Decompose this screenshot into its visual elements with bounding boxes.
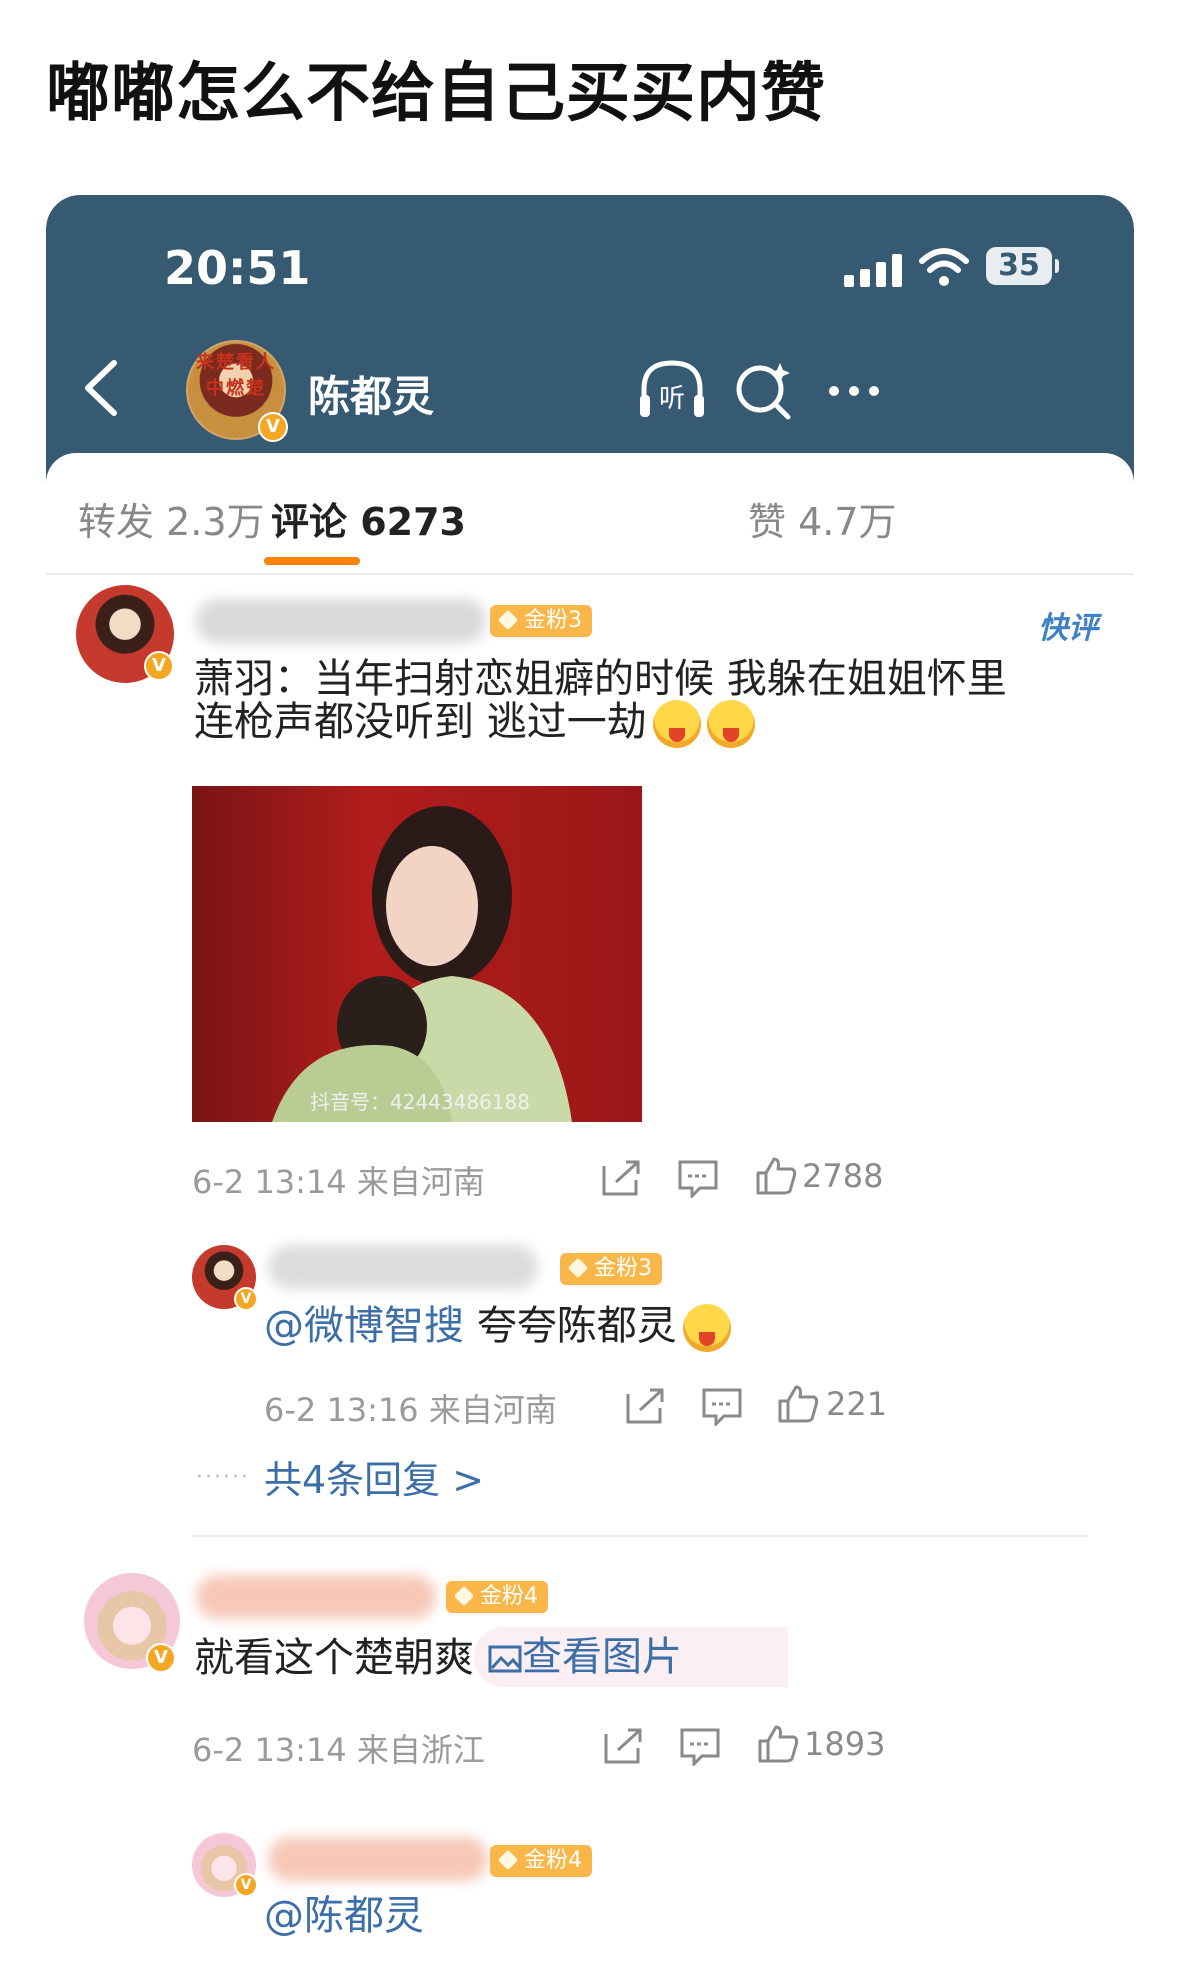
replies-dots: ······ bbox=[196, 1465, 250, 1490]
comment-icon[interactable] bbox=[678, 1726, 722, 1766]
signal-icon bbox=[844, 253, 902, 287]
mention-link[interactable]: @陈都灵 bbox=[264, 1893, 424, 1939]
repost-icon[interactable] bbox=[602, 1726, 646, 1766]
tab-reposts[interactable]: 转发 2.3万 bbox=[78, 491, 265, 546]
comment-text-content: 就看这个楚朝爽 bbox=[194, 1635, 474, 1681]
like-count: 221 bbox=[826, 1385, 888, 1423]
post-title: 嘟嘟怎么不给自己买买内赞 bbox=[46, 57, 826, 131]
comment-meta: 6-2 13:14 来自河南 bbox=[192, 1163, 485, 1201]
reply-text: @陈都灵 bbox=[264, 1889, 424, 1943]
view-image-link[interactable]: 查看图片 bbox=[474, 1627, 788, 1687]
reply-username-blurred[interactable] bbox=[268, 1245, 538, 1289]
more-replies-link[interactable]: 共4条回复 > bbox=[264, 1449, 484, 1504]
like-count: 1893 bbox=[804, 1725, 886, 1763]
wifi-icon bbox=[919, 248, 969, 286]
comment-meta: 6-2 13:14 来自浙江 bbox=[192, 1731, 485, 1769]
like-icon[interactable] bbox=[756, 1723, 800, 1763]
avatar-text: 来楚看人中燃楚 bbox=[196, 352, 276, 399]
comment-icon[interactable] bbox=[676, 1158, 720, 1198]
drool-emoji-icon bbox=[706, 700, 755, 748]
weibo-screenshot: 20:51 35 来楚看人中燃楚 V 陈都灵 听 转发 2.3万 评论 6273… bbox=[46, 195, 1134, 1979]
username-blurred[interactable] bbox=[196, 1575, 436, 1619]
tab-bar: 转发 2.3万 评论 6273 赞 4.7万 bbox=[46, 453, 1134, 573]
back-icon[interactable] bbox=[72, 355, 132, 421]
image-icon bbox=[488, 1645, 522, 1673]
repost-icon[interactable] bbox=[600, 1158, 644, 1198]
like-icon[interactable] bbox=[776, 1383, 820, 1423]
verified-icon: V bbox=[258, 412, 288, 442]
profile-avatar[interactable]: 来楚看人中燃楚 V bbox=[186, 340, 288, 442]
repost-icon[interactable] bbox=[624, 1386, 668, 1426]
listen-icon[interactable]: 听 bbox=[634, 353, 710, 429]
reply-text: @微博智搜 夸夸陈都灵 bbox=[264, 1299, 731, 1353]
reply-meta: 6-2 13:16 来自河南 bbox=[264, 1391, 557, 1429]
fan-badge: 金粉3 bbox=[490, 605, 592, 637]
quick-review-label: 快评 bbox=[1038, 611, 1098, 646]
comment-image[interactable]: 抖音号：42443486188 bbox=[192, 786, 642, 1122]
more-icon[interactable] bbox=[816, 353, 892, 429]
comment-icon[interactable] bbox=[700, 1386, 744, 1426]
battery-indicator: 35 bbox=[986, 247, 1059, 285]
active-tab-indicator bbox=[264, 557, 360, 565]
verified-icon: V bbox=[144, 651, 174, 681]
header-bar: 20:51 35 来楚看人中燃楚 V 陈都灵 听 bbox=[46, 195, 1134, 485]
listen-label: 听 bbox=[659, 384, 685, 414]
profile-name[interactable]: 陈都灵 bbox=[308, 363, 434, 424]
tab-comments[interactable]: 评论 6273 bbox=[271, 491, 466, 546]
drool-emoji-icon bbox=[652, 700, 701, 748]
username-blurred[interactable] bbox=[196, 599, 486, 643]
fan-badge: 金粉4 bbox=[446, 1581, 548, 1613]
reply-text-content: 夸夸陈都灵 bbox=[464, 1303, 677, 1349]
fan-badge: 金粉3 bbox=[560, 1253, 662, 1285]
comment-separator bbox=[192, 1535, 1088, 1537]
mention-link[interactable]: @微博智搜 bbox=[264, 1303, 464, 1349]
image-watermark: 抖音号：42443486188 bbox=[310, 1090, 530, 1114]
reply-username-blurred[interactable] bbox=[268, 1837, 488, 1881]
drama-still-illustration bbox=[272, 806, 572, 1122]
status-time: 20:51 bbox=[164, 241, 311, 295]
like-icon[interactable] bbox=[754, 1155, 798, 1195]
drool-emoji-icon bbox=[682, 1304, 731, 1352]
tab-likes[interactable]: 赞 4.7万 bbox=[748, 491, 897, 546]
verified-icon: V bbox=[234, 1287, 258, 1311]
view-image-label: 查看图片 bbox=[522, 1634, 682, 1680]
like-count: 2788 bbox=[802, 1157, 884, 1195]
search-icon[interactable] bbox=[726, 353, 802, 429]
fan-badge: 金粉4 bbox=[490, 1845, 592, 1877]
verified-icon: V bbox=[146, 1643, 176, 1673]
comment-text-line2-content: 连枪声都没听到 逃过一劫 bbox=[194, 699, 647, 745]
comment-text-line2: 连枪声都没听到 逃过一劫 bbox=[194, 695, 755, 749]
verified-icon: V bbox=[234, 1873, 258, 1897]
divider bbox=[46, 573, 1134, 575]
